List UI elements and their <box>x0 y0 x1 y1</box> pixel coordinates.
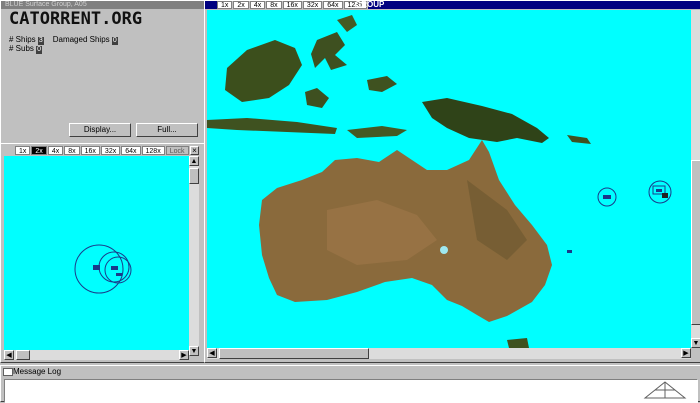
ships-label: # Ships <box>9 35 36 44</box>
minimap-horizontal-scrollbar[interactable]: ◀ ▶ <box>4 350 189 360</box>
terrain-map <box>207 15 672 348</box>
lake-eyre <box>440 246 448 254</box>
scroll-left-icon[interactable]: ◀ <box>4 350 14 360</box>
minimap-group-markers <box>74 244 132 294</box>
main-horizontal-scrollbar[interactable]: ◀ ▶ <box>207 348 691 359</box>
minimap-zoom-8x[interactable]: 8x <box>64 146 80 155</box>
scroll-right-icon[interactable]: ▶ <box>179 350 189 360</box>
minimap-zoom-64x[interactable]: 64x <box>121 146 141 155</box>
minimap-zoom-bar: 1x 2x 4x 8x 16x 32x 64x 128x Lock <box>15 146 190 156</box>
scroll-thumb[interactable] <box>16 350 30 360</box>
minimap-zoom-32x[interactable]: 32x <box>100 146 121 155</box>
display-button[interactable]: Display... <box>69 123 131 137</box>
watermark-logo: CATORRENT.ORG <box>9 9 143 29</box>
minimap-panel: 1x 2x 4x 8x 16x 32x 64x 128x Lock × ▲ ▼ … <box>0 143 205 363</box>
island-new-guinea <box>422 98 549 143</box>
island-small <box>305 88 329 108</box>
island-maluku <box>367 76 397 92</box>
subs-stat: # Subs 0 <box>9 44 43 54</box>
minimap-zoom-128x[interactable]: 128x <box>141 146 165 155</box>
minimap-close-icon[interactable]: × <box>190 146 199 155</box>
minimap-view[interactable] <box>4 156 189 356</box>
main-vertical-scrollbar[interactable]: ▼ <box>691 10 700 348</box>
ship-icon[interactable] <box>93 265 100 270</box>
scroll-up-icon[interactable]: ▲ <box>189 156 199 166</box>
main-zoom-1x[interactable]: 1x <box>217 1 233 9</box>
scroll-down-icon[interactable]: ▼ <box>189 346 199 356</box>
ship-icon[interactable] <box>111 266 118 270</box>
message-log-area[interactable] <box>4 379 698 403</box>
message-log-panel: Message Log <box>0 365 700 403</box>
scroll-thumb[interactable] <box>219 348 369 359</box>
main-map-view[interactable] <box>207 10 691 348</box>
island-java <box>207 118 337 134</box>
ship-icon[interactable] <box>567 250 572 253</box>
damaged-ships-label: Damaged Ships <box>52 35 110 44</box>
main-zoom-64x[interactable]: 64x <box>323 1 343 9</box>
minimap-zoom-4x[interactable]: 4x <box>47 146 64 155</box>
island-small <box>337 15 357 32</box>
message-log-titlebar: Message Log <box>1 366 700 377</box>
subs-count: 0 <box>36 46 43 54</box>
minimap-vertical-scrollbar[interactable]: ▲ ▼ <box>189 156 199 356</box>
main-zoom-16x[interactable]: 16x <box>282 1 302 9</box>
message-log-title: Message Log <box>13 367 62 376</box>
ship-icon[interactable] <box>656 189 662 192</box>
island-small <box>567 135 591 144</box>
scroll-thumb[interactable] <box>189 168 199 184</box>
scroll-left-icon[interactable]: ◀ <box>207 348 217 358</box>
window-icon <box>3 368 13 376</box>
main-zoom-4x[interactable]: 4x <box>249 1 266 9</box>
main-zoom-32x[interactable]: 32x <box>302 1 323 9</box>
main-zoom-8x[interactable]: 8x <box>266 1 282 9</box>
minimap-zoom-1x[interactable]: 1x <box>15 146 31 155</box>
full-button[interactable]: Full... <box>136 123 198 137</box>
unit-icon[interactable] <box>662 193 668 198</box>
ship-icon[interactable] <box>603 195 611 199</box>
island-tasmania <box>507 338 529 348</box>
group-panel-title: BLUE Surface Group, A05 <box>1 1 204 9</box>
main-zoom-2x[interactable]: 2x <box>233 1 249 9</box>
main-map-title: GROUP <box>355 0 385 9</box>
scroll-right-icon[interactable]: ▶ <box>681 348 691 358</box>
island-lesser-sunda <box>347 126 407 138</box>
subs-label: # Subs <box>9 44 34 53</box>
scroll-down-icon[interactable]: ▼ <box>691 338 700 348</box>
minimap-zoom-16x[interactable]: 16x <box>80 146 100 155</box>
minimap-lock-button[interactable]: Lock <box>165 146 189 155</box>
damaged-ships-count: 0 <box>111 37 118 45</box>
ship-icon[interactable] <box>116 273 122 276</box>
compass-icon <box>643 381 687 399</box>
scroll-thumb[interactable] <box>691 160 700 325</box>
minimap-zoom-2x[interactable]: 2x <box>31 146 47 155</box>
island-sulawesi <box>311 32 347 70</box>
main-map-panel: 1x 2x 4x 8x 16x 32x 64x 128x GROUP ▼ ◀ ▶ <box>204 0 700 363</box>
island-borneo <box>225 40 302 102</box>
main-zoom-bar: 1x 2x 4x 8x 16x 32x 64x 128x <box>217 1 368 9</box>
group-info-panel: BLUE Surface Group, A05 CATORRENT.ORG # … <box>0 0 205 144</box>
